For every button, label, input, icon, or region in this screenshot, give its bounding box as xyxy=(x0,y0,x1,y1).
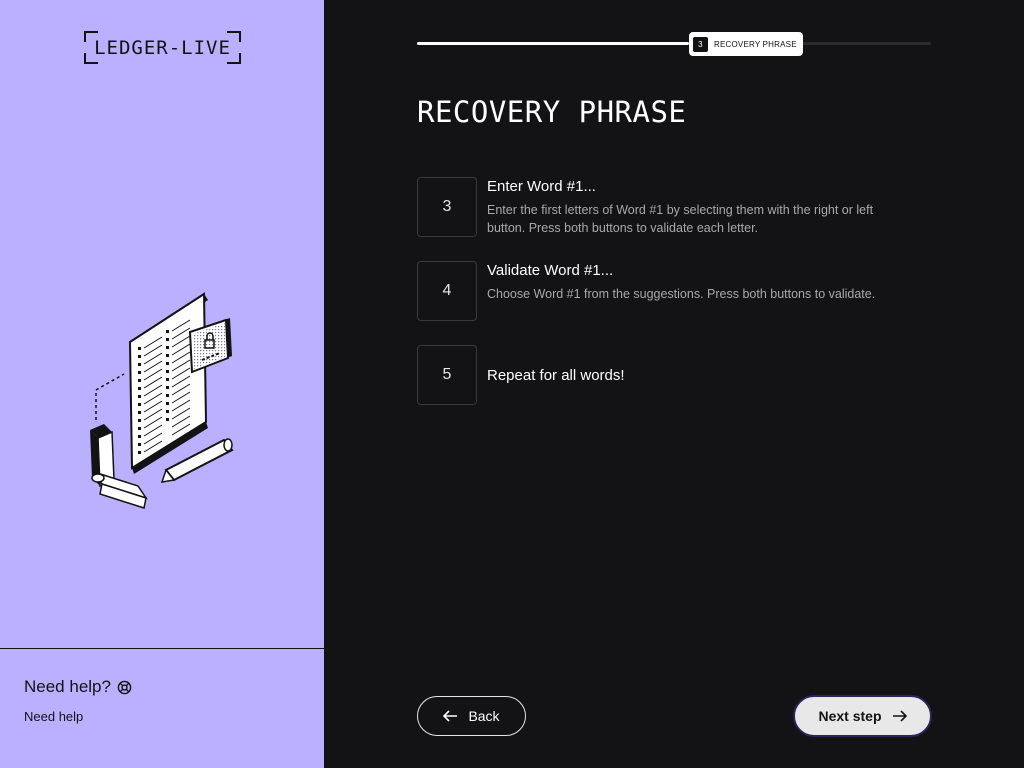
next-step-button-label: Next step xyxy=(818,708,882,724)
ledger-live-logo: LEDGER-LIVE xyxy=(84,31,241,64)
logo-text: LEDGER-LIVE xyxy=(94,37,231,59)
page-title: RECOVERY PHRASE xyxy=(417,95,687,129)
step-number-box: 5 xyxy=(417,345,477,405)
recovery-sheet-illustration xyxy=(86,290,238,512)
step-item: 3 Enter Word #1... Enter the first lette… xyxy=(417,177,931,237)
help-section: Need help? Need help xyxy=(0,648,324,768)
current-step-badge: 3 RECOVERY PHRASE xyxy=(689,32,803,56)
sidebar: LEDGER-LIVE Need help? Need help xyxy=(0,0,324,768)
back-button-label: Back xyxy=(468,708,500,724)
step-item: 4 Validate Word #1... Choose Word #1 fro… xyxy=(417,261,931,321)
current-step-number: 3 xyxy=(693,36,708,52)
help-title: Need help? xyxy=(24,677,132,697)
step-number-box: 3 xyxy=(417,177,477,237)
progress-bar xyxy=(417,42,931,46)
step-title: Validate Word #1... xyxy=(487,262,614,279)
step-item: 5 Repeat for all words! xyxy=(417,345,931,405)
need-help-link[interactable]: Need help xyxy=(24,709,83,724)
step-content: Enter Word #1... Enter the first letters… xyxy=(487,177,907,237)
current-step-label: RECOVERY PHRASE xyxy=(714,39,797,49)
next-step-button[interactable]: Next step xyxy=(793,695,932,737)
progress-fill xyxy=(417,42,690,45)
step-description: Choose Word #1 from the suggestions. Pre… xyxy=(487,287,876,301)
arrow-right-icon xyxy=(892,710,907,722)
step-content: Repeat for all words! xyxy=(487,345,625,405)
arrow-left-icon xyxy=(443,710,458,722)
back-button[interactable]: Back xyxy=(417,696,526,736)
lifebuoy-icon xyxy=(117,680,132,694)
help-title-text: Need help? xyxy=(24,677,111,696)
step-title: Repeat for all words! xyxy=(487,366,625,384)
step-description: Enter the first letters of Word #1 by se… xyxy=(487,203,874,235)
step-content: Validate Word #1... Choose Word #1 from … xyxy=(487,261,907,321)
step-title: Enter Word #1... xyxy=(487,178,596,195)
step-number-box: 4 xyxy=(417,261,477,321)
